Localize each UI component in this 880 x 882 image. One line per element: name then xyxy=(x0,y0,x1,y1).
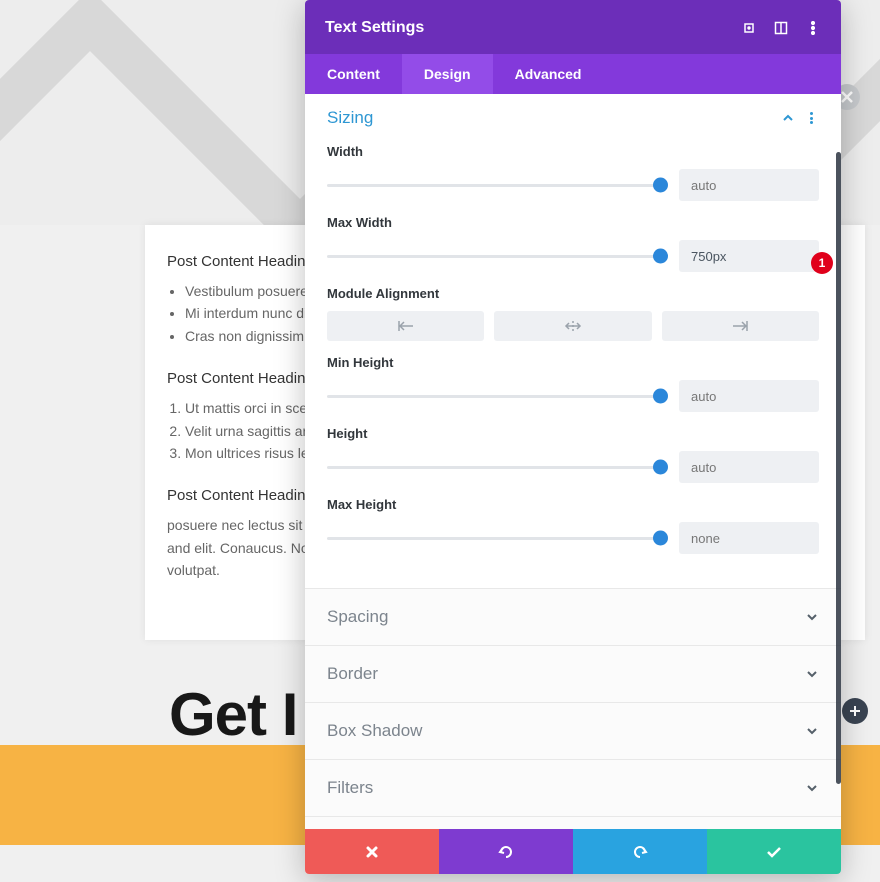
width-slider[interactable] xyxy=(327,175,661,195)
slider-thumb[interactable] xyxy=(653,531,668,546)
tab-design[interactable]: Design xyxy=(402,54,493,94)
module-alignment-label: Module Alignment xyxy=(327,286,819,301)
kebab-icon[interactable] xyxy=(805,20,821,36)
section-transform[interactable]: Transform xyxy=(305,816,841,829)
width-input[interactable]: auto xyxy=(679,169,819,201)
field-min-height: Min Height auto xyxy=(327,355,819,412)
max-width-slider[interactable] xyxy=(327,246,661,266)
section-filters[interactable]: Filters xyxy=(305,759,841,816)
section-title: Spacing xyxy=(327,607,388,627)
field-module-alignment: Module Alignment xyxy=(327,286,819,341)
scrollbar[interactable] xyxy=(836,152,841,784)
expand-icon[interactable] xyxy=(741,20,757,36)
max-height-label: Max Height xyxy=(327,497,819,512)
modal-body: Sizing Width auto Max Width xyxy=(305,94,841,829)
chevron-up-icon xyxy=(781,111,795,125)
min-height-input[interactable]: auto xyxy=(679,380,819,412)
slider-thumb[interactable] xyxy=(653,460,668,475)
undo-button[interactable] xyxy=(439,829,573,874)
section-title: Filters xyxy=(327,778,373,798)
field-height: Height auto xyxy=(327,426,819,483)
section-title: Sizing xyxy=(327,108,373,128)
section-box-shadow[interactable]: Box Shadow xyxy=(305,702,841,759)
max-width-label: Max Width xyxy=(327,215,819,230)
min-height-label: Min Height xyxy=(327,355,819,370)
section-sizing: Sizing Width auto Max Width xyxy=(305,94,841,588)
section-border[interactable]: Border xyxy=(305,645,841,702)
chevron-down-icon xyxy=(805,667,819,681)
max-height-slider[interactable] xyxy=(327,528,661,548)
width-label: Width xyxy=(327,144,819,159)
tab-advanced[interactable]: Advanced xyxy=(493,54,604,94)
slider-thumb[interactable] xyxy=(653,249,668,264)
redo-button[interactable] xyxy=(573,829,707,874)
columns-icon[interactable] xyxy=(773,20,789,36)
slider-thumb[interactable] xyxy=(653,389,668,404)
align-right-button[interactable] xyxy=(662,311,819,341)
align-center-button[interactable] xyxy=(494,311,651,341)
field-max-height: Max Height none xyxy=(327,497,819,554)
height-input[interactable]: auto xyxy=(679,451,819,483)
section-title: Box Shadow xyxy=(327,721,422,741)
chevron-down-icon xyxy=(805,724,819,738)
modal-header: Text Settings xyxy=(305,0,841,54)
section-kebab-icon[interactable] xyxy=(805,111,819,125)
modal-footer xyxy=(305,829,841,874)
modal-tabs: Content Design Advanced xyxy=(305,54,841,94)
height-label: Height xyxy=(327,426,819,441)
slider-thumb[interactable] xyxy=(653,178,668,193)
section-spacing[interactable]: Spacing xyxy=(305,588,841,645)
chevron-down-icon xyxy=(805,610,819,624)
max-width-input[interactable]: 750px xyxy=(679,240,819,272)
align-left-button[interactable] xyxy=(327,311,484,341)
cancel-button[interactable] xyxy=(305,829,439,874)
chevron-down-icon xyxy=(805,781,819,795)
add-icon[interactable] xyxy=(842,698,868,724)
step-badge: 1 xyxy=(811,252,833,274)
max-height-input[interactable]: none xyxy=(679,522,819,554)
section-header-sizing[interactable]: Sizing xyxy=(327,108,819,128)
section-title: Border xyxy=(327,664,378,684)
cta-heading: Get I xyxy=(169,680,297,749)
min-height-slider[interactable] xyxy=(327,386,661,406)
confirm-button[interactable] xyxy=(707,829,841,874)
modal-title: Text Settings xyxy=(325,19,725,37)
text-settings-modal: Text Settings Content Design Advanced Si… xyxy=(305,0,841,874)
field-max-width: Max Width 750px xyxy=(327,215,819,272)
field-width: Width auto xyxy=(327,144,819,201)
height-slider[interactable] xyxy=(327,457,661,477)
tab-content[interactable]: Content xyxy=(305,54,402,94)
